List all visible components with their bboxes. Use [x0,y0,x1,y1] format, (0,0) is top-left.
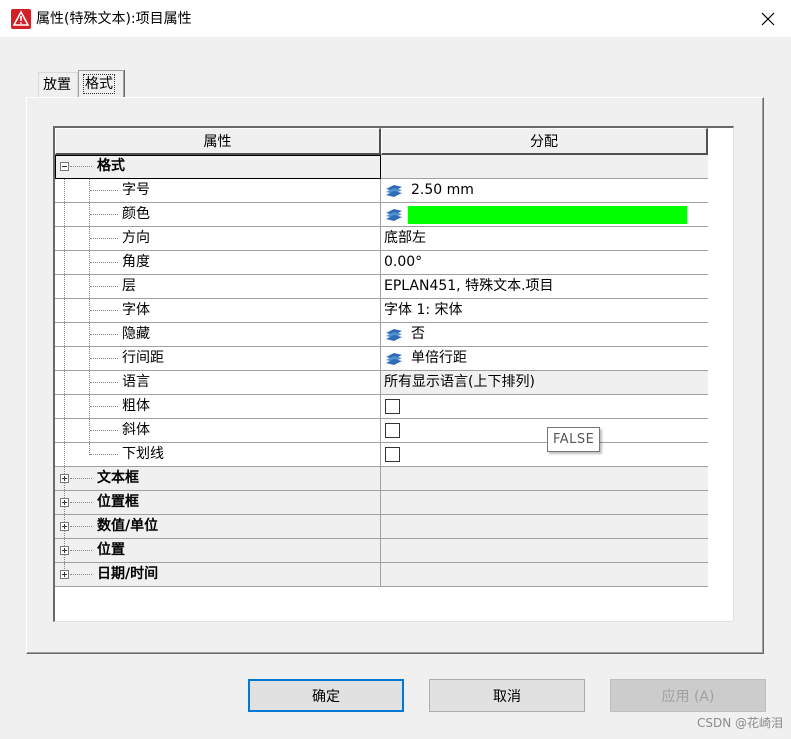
property-value-field[interactable]: 底部左 [381,227,708,250]
property-row-line-spacing[interactable]: 行间距 单倍行距 [55,347,708,371]
property-value: 2.50 mm [411,182,474,198]
property-name: 方向 [122,230,150,246]
window-title: 属性(特殊文本):项目属性 [36,11,192,27]
property-row-bold[interactable]: 粗体 [55,395,708,419]
group-row-position-frame[interactable]: 位置框 [55,491,708,515]
property-name: 粗体 [122,398,150,414]
bold-checkbox[interactable] [385,399,400,414]
property-name: 隐藏 [122,326,150,342]
focus-rectangle [55,155,381,179]
property-name: 下划线 [122,446,164,462]
group-label: 位置 [97,542,125,558]
group-row-format[interactable]: 格式 [55,155,708,179]
property-row-layer[interactable]: 层 EPLAN451, 特殊文本.项目 [55,275,708,299]
ok-button[interactable]: 确定 [248,679,404,712]
property-name: 层 [122,278,136,294]
apply-button[interactable]: 应用 (A) [610,679,766,712]
layer-stack-icon [386,208,402,221]
property-row-hidden[interactable]: 隐藏 否 [55,323,708,347]
color-value-field[interactable] [381,203,708,226]
property-value-field[interactable]: 0.00° [381,251,708,274]
property-row-font[interactable]: 字体 字体 1: 宋体 [55,299,708,323]
property-row-font-size[interactable]: 字号 2.50 mm [55,179,708,203]
expand-icon[interactable] [60,498,69,507]
color-swatch[interactable] [408,205,687,224]
property-value: 字体 1: 宋体 [384,302,463,318]
grid-rows: 格式 字号 2.50 mm 颜色 方向 底部左 角度 0.00° 层 EPLAN… [55,155,708,587]
title-bar: 属性(特殊文本):项目属性 [0,0,791,38]
property-value-field[interactable]: 否 [381,323,708,346]
group-row-position[interactable]: 位置 [55,539,708,563]
property-name: 字体 [122,302,150,318]
property-name: 语言 [122,374,150,390]
expand-icon[interactable] [60,522,69,531]
property-row-direction[interactable]: 方向 底部左 [55,227,708,251]
tab-format-label: 格式 [83,74,115,94]
property-row-language[interactable]: 语言 所有显示语言(上下排列) [55,371,708,395]
property-row-color[interactable]: 颜色 [55,203,708,227]
group-label: 位置框 [97,494,139,510]
cancel-button[interactable]: 取消 [429,679,585,712]
property-name: 字号 [122,182,150,198]
watermark: CSDN @花崎泪 [696,716,783,730]
underline-checkbox[interactable] [385,447,400,462]
property-name: 斜体 [122,422,150,438]
property-value: 所有显示语言(上下排列) [384,374,535,390]
property-row-angle[interactable]: 角度 0.00° [55,251,708,275]
expand-icon[interactable] [60,570,69,579]
close-button[interactable] [745,0,791,38]
group-label: 数值/单位 [97,518,159,534]
group-label: 日期/时间 [97,566,159,582]
property-value-field[interactable]: 字体 1: 宋体 [381,299,708,322]
grid-header: 属性 分配 [55,128,708,155]
property-value: 否 [411,326,425,342]
property-value-field[interactable]: 单倍行距 [381,347,708,370]
group-row-date-time[interactable]: 日期/时间 [55,563,708,587]
close-icon [761,12,775,26]
layer-stack-icon [386,328,402,341]
property-value: 0.00° [384,254,423,270]
group-row-text-frame[interactable]: 文本框 [55,467,708,491]
column-header-property[interactable]: 属性 [55,128,381,155]
property-value-field[interactable]: EPLAN451, 特殊文本.项目 [381,275,708,298]
italic-checkbox[interactable] [385,423,400,438]
group-label: 文本框 [97,470,139,486]
property-value-field[interactable]: 所有显示语言(上下排列) [381,371,708,394]
property-name: 行间距 [122,350,164,366]
eplan-app-icon [11,9,31,29]
property-value: 底部左 [384,230,426,246]
property-value-field[interactable]: 2.50 mm [381,179,708,202]
layer-stack-icon [386,352,402,365]
property-name: 颜色 [122,206,150,222]
property-grid: 属性 分配 格式 字号 2.50 mm 颜色 方向 底部左 角度 0.00° 层… [53,126,734,622]
tab-format[interactable]: 格式 [78,70,124,98]
column-header-value[interactable]: 分配 [381,128,708,155]
property-value: EPLAN451, 特殊文本.项目 [384,278,554,294]
property-row-underline[interactable]: 下划线 [55,443,708,467]
expand-icon[interactable] [60,474,69,483]
expand-icon[interactable] [60,546,69,555]
layer-stack-icon [386,184,402,197]
tab-placement[interactable]: 放置 [38,72,78,97]
property-name: 角度 [122,254,150,270]
group-row-value-unit[interactable]: 数值/单位 [55,515,708,539]
property-row-italic[interactable]: 斜体 [55,419,708,443]
property-value: 单倍行距 [411,350,467,366]
tooltip: FALSE [547,427,601,452]
